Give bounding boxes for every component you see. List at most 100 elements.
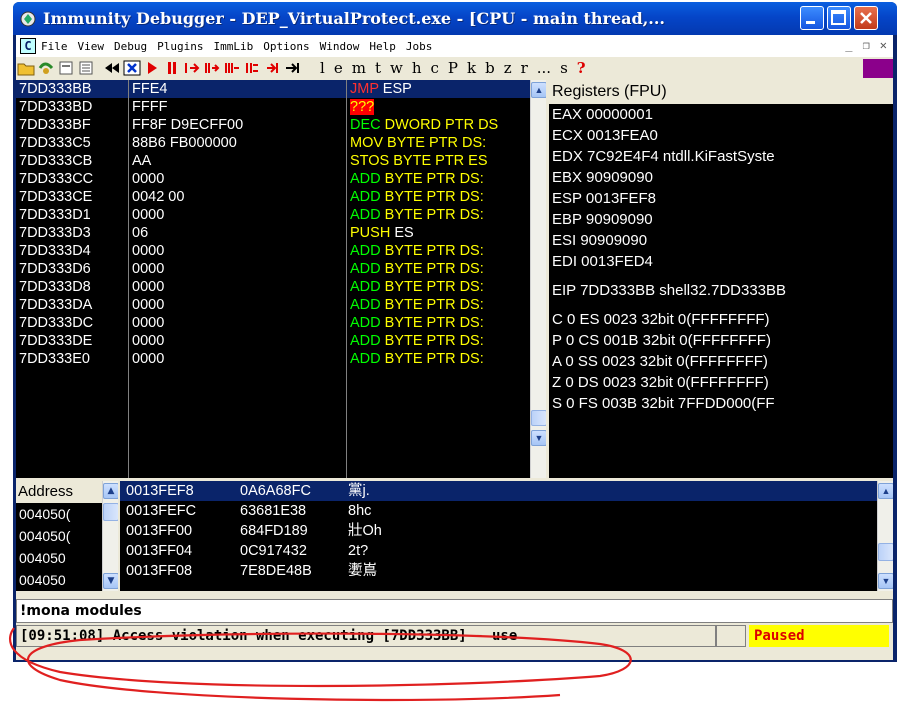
dump-row[interactable]: 004050	[16, 569, 102, 591]
disassembly-pane[interactable]: 7DD333BB FFE4 JMP ESP 7DD333BD FFFF??? 7DD333…	[16, 80, 546, 478]
threads-window-button[interactable]: t	[375, 59, 381, 77]
scroll-thumb[interactable]	[103, 503, 118, 521]
scroll-up-icon[interactable]: ▲	[531, 82, 546, 98]
modules-window-button[interactable]: e	[334, 59, 343, 77]
breakpoints-window-button[interactable]: b	[485, 59, 495, 77]
register-line[interactable]: C 0 ES 0023 32bit 0(FFFFFFFF)	[549, 309, 893, 330]
dump-row[interactable]: 004050(	[16, 503, 102, 525]
disasm-row[interactable]: 7DD333CB AA STOS BYTE PTR ES	[16, 152, 546, 170]
command-input[interactable]: !mona modules	[16, 599, 893, 623]
close-button[interactable]	[854, 6, 878, 30]
hw-breakpoints-button[interactable]: z	[504, 59, 512, 77]
title-bar[interactable]: Immunity Debugger - DEP_VirtualProtect.e…	[13, 2, 897, 35]
disasm-row[interactable]: 7DD333C5 88B6 FB000000 MOV BYTE PTR DS:	[16, 134, 546, 152]
hex-view-icon[interactable]	[76, 59, 96, 77]
step-into-icon[interactable]	[182, 59, 202, 77]
scroll-down-icon[interactable]: ▼	[878, 573, 893, 589]
disasm-row[interactable]: 7DD333CE 0042 00 ADD BYTE PTR DS:	[16, 188, 546, 206]
disassembly-scrollbar[interactable]: ▲ ▼	[530, 80, 546, 478]
windows-window-button[interactable]: w	[390, 59, 403, 77]
disasm-row[interactable]: 7DD333CC 0000 ADD BYTE PTR DS:	[16, 170, 546, 188]
disasm-row[interactable]: 7DD333BF FF8F D9ECFF00 DEC DWORD PTR DS	[16, 116, 546, 134]
register-line[interactable]: Z 0 DS 0023 32bit 0(FFFFFFFF)	[549, 372, 893, 393]
scroll-down-icon[interactable]: ▼	[531, 430, 546, 446]
run-icon[interactable]	[142, 59, 162, 77]
disasm-row[interactable]: 7DD333BB FFE4 JMP ESP	[16, 80, 546, 98]
menu-debug[interactable]: Debug	[114, 40, 147, 53]
scroll-thumb[interactable]	[878, 543, 893, 561]
register-line[interactable]	[549, 301, 893, 309]
menu-file[interactable]: File	[41, 40, 68, 53]
register-line[interactable]	[549, 272, 893, 280]
log-window-button[interactable]: l	[320, 59, 325, 77]
patches-window-button[interactable]: P	[448, 59, 458, 77]
disasm-row[interactable]: 7DD333E0 0000 ADD BYTE PTR DS:	[16, 350, 546, 368]
mdi-minimize-icon[interactable]: _	[845, 38, 852, 52]
register-line[interactable]: ESP 0013FEF8	[549, 188, 893, 209]
minimize-button[interactable]	[800, 6, 824, 30]
stack-row[interactable]: 0013FF00 684FD189 壯Oh	[120, 521, 893, 541]
menu-window[interactable]: Window	[320, 40, 360, 53]
dump-pane[interactable]: Address 004050(004050(004050 004050 ▲ ▼	[16, 481, 118, 591]
disasm-row[interactable]: 7DD333D3 06 PUSH ES	[16, 224, 546, 242]
register-line[interactable]: A 0 SS 0023 32bit 0(FFFFFFFF)	[549, 351, 893, 372]
help-button[interactable]: ?	[577, 59, 586, 77]
maximize-button[interactable]	[827, 6, 851, 30]
column-divider[interactable]	[128, 80, 129, 478]
disasm-row[interactable]: 7DD333D1 0000 ADD BYTE PTR DS:	[16, 206, 546, 224]
dump-row[interactable]: 004050(	[16, 525, 102, 547]
register-line[interactable]: S 0 FS 003B 32bit 7FFDD000(FF	[549, 393, 893, 414]
terminate-icon[interactable]	[122, 59, 142, 77]
disasm-row[interactable]: 7DD333BD FFFF???	[16, 98, 546, 116]
register-line[interactable]: EIP 7DD333BB shell32.7DD333BB	[549, 280, 893, 301]
dump-scrollbar[interactable]: ▲ ▼	[102, 481, 118, 591]
source-window-button[interactable]: s	[560, 59, 568, 77]
cpu-window-button[interactable]: c	[430, 59, 438, 77]
menu-plugins[interactable]: Plugins	[157, 40, 203, 53]
menu-jobs[interactable]: Jobs	[406, 40, 433, 53]
open-folder-icon[interactable]	[16, 59, 36, 77]
stack-row[interactable]: 0013FEF8 0A6A68FC 黨j.	[120, 481, 893, 501]
menu-help[interactable]: Help	[369, 40, 396, 53]
register-line[interactable]: EDI 0013FED4	[549, 251, 893, 272]
stack-row[interactable]: 0013FF04 0C917432 2t?	[120, 541, 893, 561]
menu-immlib[interactable]: ImmLib	[213, 40, 253, 53]
register-line[interactable]: EAX 00000001	[549, 104, 893, 125]
register-line[interactable]: EDX 7C92E4F4 ntdll.KiFastSyste	[549, 146, 893, 167]
register-line[interactable]: ESI 90909090	[549, 230, 893, 251]
execute-till-return-icon[interactable]	[262, 59, 282, 77]
scroll-up-icon[interactable]: ▲	[878, 483, 893, 499]
stack-row[interactable]: 0013FF08 7E8DE48B 嬱嶌	[120, 561, 893, 581]
scroll-up-icon[interactable]: ▲	[103, 483, 118, 499]
stack-row[interactable]: 0013FEFC 63681E38 8hc	[120, 501, 893, 521]
mdi-close-icon[interactable]: ✕	[880, 38, 887, 52]
menu-view[interactable]: View	[78, 40, 105, 53]
pause-icon[interactable]	[162, 59, 182, 77]
memory-window-button[interactable]: m	[352, 59, 366, 77]
call-stack-button[interactable]: k	[467, 59, 476, 77]
scroll-thumb[interactable]	[531, 410, 546, 426]
disasm-row[interactable]: 7DD333D8 0000 ADD BYTE PTR DS:	[16, 278, 546, 296]
stack-pane[interactable]: 0013FEF8 0A6A68FC 黨j. 0013FEFC 63681E38 8hc 00…	[120, 481, 893, 591]
disasm-row[interactable]: 7DD333D6 0000 ADD BYTE PTR DS:	[16, 260, 546, 278]
column-divider[interactable]	[346, 80, 347, 478]
run-trace-button[interactable]: ...	[537, 59, 551, 77]
register-line[interactable]: P 0 CS 001B 32bit 0(FFFFFFFF)	[549, 330, 893, 351]
disasm-row[interactable]: 7DD333D4 0000 ADD BYTE PTR DS:	[16, 242, 546, 260]
register-line[interactable]: EBX 90909090	[549, 167, 893, 188]
rewind-icon[interactable]	[102, 59, 122, 77]
disasm-row[interactable]: 7DD333DA 0000 ADD BYTE PTR DS:	[16, 296, 546, 314]
color-swatch[interactable]	[863, 59, 893, 78]
register-line[interactable]: EBP 90909090	[549, 209, 893, 230]
close-program-icon[interactable]	[56, 59, 76, 77]
step-over-icon[interactable]	[202, 59, 222, 77]
dump-row[interactable]: 004050	[16, 547, 102, 569]
dump-address-header[interactable]: Address	[16, 481, 102, 503]
trace-into-icon[interactable]	[222, 59, 242, 77]
disasm-row[interactable]: 7DD333DC 0000 ADD BYTE PTR DS:	[16, 314, 546, 332]
handles-window-button[interactable]: h	[412, 59, 422, 77]
registers-pane[interactable]: Registers (FPU) EAX 00000001 ECX 0013FEA0…	[549, 80, 893, 478]
references-window-button[interactable]: r	[521, 59, 528, 77]
menu-options[interactable]: Options	[263, 40, 309, 53]
go-to-icon[interactable]	[282, 59, 302, 77]
